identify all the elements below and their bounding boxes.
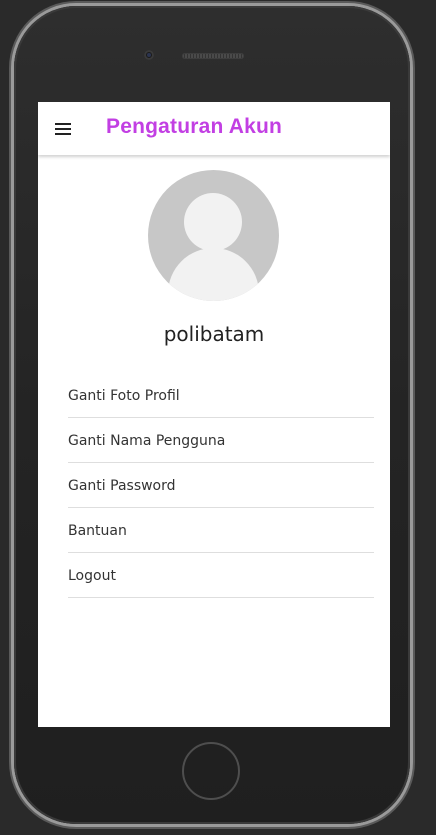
- menu-icon-line: [55, 123, 71, 125]
- menu-icon-line: [55, 133, 71, 135]
- app-bar: Pengaturan Akun: [38, 102, 390, 155]
- menu-icon-line: [55, 128, 71, 130]
- menu-item-help[interactable]: Bantuan: [68, 508, 374, 553]
- home-button[interactable]: [182, 742, 240, 800]
- front-camera-icon: [144, 50, 154, 60]
- default-user-avatar-icon: [148, 170, 279, 301]
- menu-item-logout[interactable]: Logout: [68, 553, 374, 598]
- avatar-head: [184, 193, 242, 251]
- earpiece-speaker: [182, 53, 244, 59]
- hamburger-menu-icon[interactable]: [52, 118, 76, 140]
- menu-item-change-password[interactable]: Ganti Password: [68, 463, 374, 508]
- device-mockup: Pengaturan Akun polibatam Ganti Foto Pro…: [0, 0, 436, 835]
- menu-item-change-username[interactable]: Ganti Nama Pengguna: [68, 418, 374, 463]
- menu-item-change-photo[interactable]: Ganti Foto Profil: [68, 372, 374, 418]
- page-title: Pengaturan Akun: [106, 115, 283, 138]
- app-screen: Pengaturan Akun polibatam Ganti Foto Pro…: [38, 102, 390, 727]
- power-button: [410, 180, 414, 238]
- account-settings-menu: Ganti Foto Profil Ganti Nama Pengguna Ga…: [68, 372, 374, 598]
- username-label: polibatam: [163, 322, 265, 346]
- avatar-shoulders: [168, 248, 259, 301]
